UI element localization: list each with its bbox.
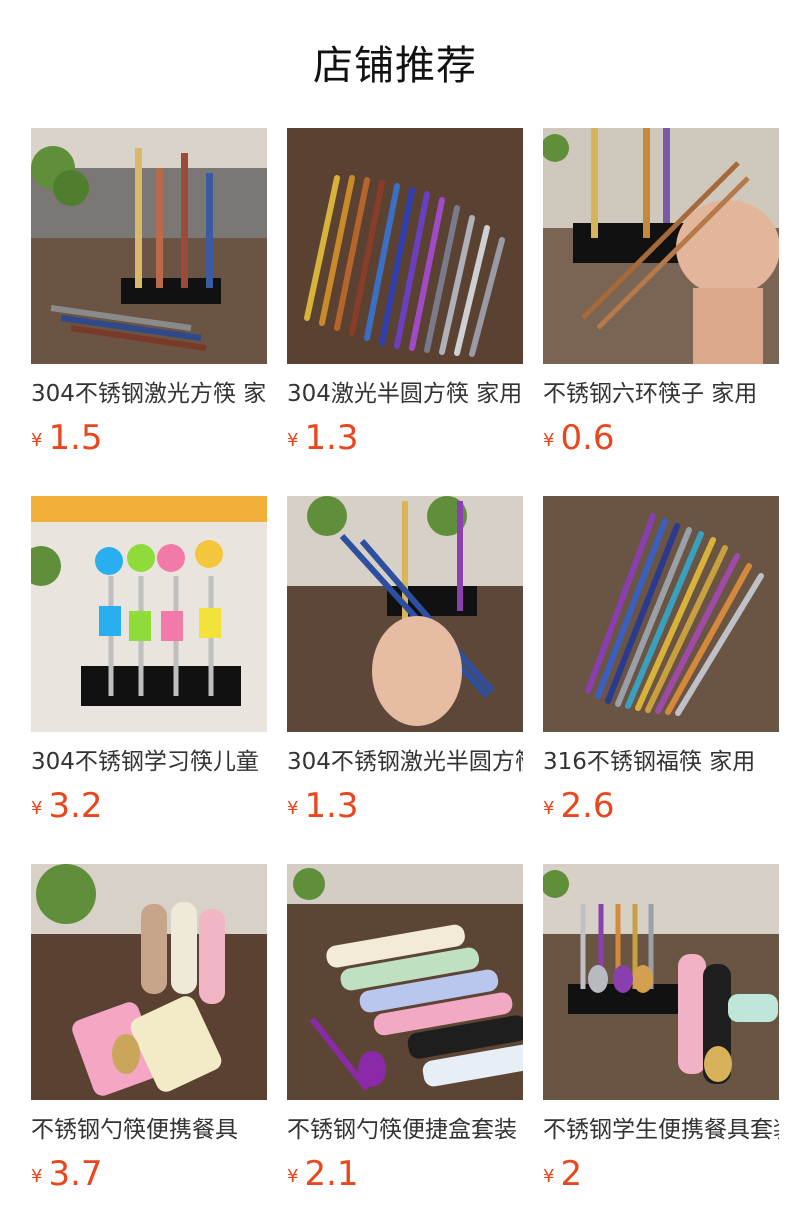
currency-symbol: ¥: [31, 430, 43, 451]
product-name[interactable]: 不锈钢勺筷便捷盒套装: [287, 1114, 523, 1146]
price-amount: 3.7: [48, 1154, 103, 1194]
product-image[interactable]: [31, 496, 267, 732]
product-price: ¥1.5: [31, 416, 103, 460]
product-card[interactable]: 316不锈钢福筷 家用 ¥2.6: [543, 496, 779, 836]
product-name[interactable]: 316不锈钢福筷 家用: [543, 746, 779, 778]
product-card[interactable]: 不锈钢六环筷子 家用 ¥0.6: [543, 128, 779, 468]
product-price: ¥2: [543, 1152, 582, 1196]
product-image[interactable]: [543, 864, 779, 1100]
price-amount: 2.1: [304, 1154, 359, 1194]
currency-symbol: ¥: [287, 430, 299, 451]
product-name[interactable]: 不锈钢学生便携餐具套装: [543, 1114, 779, 1146]
product-price: ¥1.3: [287, 416, 359, 460]
product-image[interactable]: [31, 128, 267, 364]
product-image[interactable]: [287, 496, 523, 732]
currency-symbol: ¥: [31, 1166, 43, 1187]
product-name[interactable]: 304不锈钢学习筷儿童: [31, 746, 267, 778]
currency-symbol: ¥: [287, 1166, 299, 1187]
price-amount: 2.6: [560, 786, 615, 826]
product-price: ¥0.6: [543, 416, 615, 460]
product-image[interactable]: [543, 496, 779, 732]
product-name[interactable]: 304不锈钢激光半圆方筷: [287, 746, 523, 778]
product-card[interactable]: 不锈钢勺筷便捷盒套装 ¥2.1: [287, 864, 523, 1204]
price-amount: 0.6: [560, 418, 615, 458]
price-amount: 1.5: [48, 418, 103, 458]
currency-symbol: ¥: [543, 1166, 555, 1187]
currency-symbol: ¥: [31, 798, 43, 819]
price-amount: 2: [560, 1154, 583, 1194]
product-price: ¥2.1: [287, 1152, 359, 1196]
currency-symbol: ¥: [543, 430, 555, 451]
price-amount: 1.3: [304, 786, 359, 826]
product-price: ¥1.3: [287, 784, 359, 828]
product-name[interactable]: 304激光半圆方筷 家用: [287, 378, 523, 410]
product-card[interactable]: 304激光半圆方筷 家用 ¥1.3: [287, 128, 523, 468]
product-card[interactable]: 304不锈钢学习筷儿童 ¥3.2: [31, 496, 267, 836]
product-image[interactable]: [31, 864, 267, 1100]
currency-symbol: ¥: [543, 798, 555, 819]
product-card[interactable]: 不锈钢学生便携餐具套装 ¥2: [543, 864, 779, 1204]
product-image[interactable]: [543, 128, 779, 364]
product-price: ¥3.2: [31, 784, 103, 828]
product-card[interactable]: 304不锈钢激光方筷 家用 ¥1.5: [31, 128, 267, 468]
page-title: 店铺推荐: [313, 43, 477, 89]
currency-symbol: ¥: [287, 798, 299, 819]
product-image[interactable]: [287, 864, 523, 1100]
product-card[interactable]: 不锈钢勺筷便携餐具 ¥3.7: [31, 864, 267, 1204]
product-card[interactable]: 304不锈钢激光半圆方筷 ¥1.3: [287, 496, 523, 836]
product-image[interactable]: [287, 128, 523, 364]
product-price: ¥3.7: [31, 1152, 103, 1196]
product-name[interactable]: 304不锈钢激光方筷 家用: [31, 378, 267, 410]
product-name[interactable]: 不锈钢六环筷子 家用: [543, 378, 779, 410]
price-amount: 1.3: [304, 418, 359, 458]
price-amount: 3.2: [48, 786, 103, 826]
product-name[interactable]: 不锈钢勺筷便携餐具: [31, 1114, 267, 1146]
product-price: ¥2.6: [543, 784, 615, 828]
